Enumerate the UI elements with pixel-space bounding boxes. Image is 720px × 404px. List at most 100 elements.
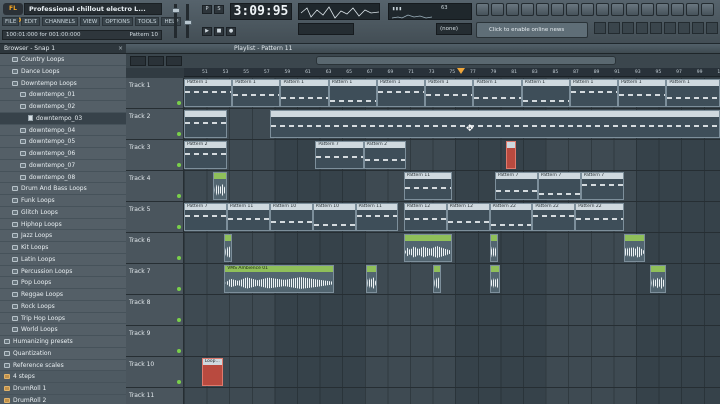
track-header[interactable]: Track 10 (126, 357, 184, 387)
pattern-clip[interactable]: Pattern 1 (280, 79, 329, 107)
pattern-clip[interactable]: Pattern 12 (446, 203, 490, 231)
track-grid[interactable]: Pattern 2 Pattern 7 Pattern 2 (184, 140, 720, 170)
toolbar-icon-button[interactable] (611, 3, 624, 16)
pattern-clip[interactable]: Pattern 1 (521, 79, 570, 107)
track-header[interactable]: Track 7 (126, 264, 184, 294)
track-header[interactable]: Track 2 (126, 109, 184, 139)
track-grid[interactable] (184, 326, 720, 356)
menu-item[interactable]: OPTIONS (102, 17, 133, 26)
track-mute-led[interactable] (177, 287, 181, 291)
pattern-selector[interactable]: (none) (436, 23, 472, 35)
master-volume-handle[interactable] (172, 8, 180, 13)
record-button[interactable]: ● (226, 27, 236, 36)
automation-clip[interactable] (505, 141, 517, 169)
draw-tool-icon[interactable] (148, 56, 164, 66)
browser-item[interactable]: Rock Loops (0, 300, 126, 313)
pattern-clip[interactable] (184, 110, 227, 138)
browser-item[interactable]: Downtempo Loops (0, 77, 126, 90)
snap-icon-button[interactable] (650, 22, 662, 34)
pattern-clip[interactable]: Pattern 1 (425, 79, 474, 107)
pattern-clip[interactable]: Pattern 12 (403, 203, 447, 231)
toolbar-icon-button[interactable] (701, 3, 714, 16)
playlist-title[interactable]: Playlist - Pattern 11 (126, 44, 720, 54)
browser-item[interactable]: Kit Loops (0, 242, 126, 254)
tempo-box[interactable] (298, 23, 354, 35)
pattern-clip[interactable]: Pattern 1 (569, 79, 619, 107)
pattern-clip[interactable]: Pattern 1 (376, 79, 426, 107)
browser-item[interactable]: Country Loops (0, 54, 126, 66)
toolbar-icon-button[interactable] (656, 3, 669, 16)
snap-icon-button[interactable] (608, 22, 620, 34)
audio-clip[interactable] (489, 265, 501, 293)
track-header[interactable]: Track 9 (126, 326, 184, 356)
track-header[interactable]: Track 8 (126, 295, 184, 325)
toolbar-icon-button[interactable] (581, 3, 594, 16)
snap-icon-button[interactable] (594, 22, 606, 34)
browser-item[interactable]: DrumRoll 1 (0, 383, 126, 395)
browser-item[interactable]: Latin Loops (0, 253, 126, 266)
song-mode-button[interactable]: S (214, 5, 224, 14)
track-grid[interactable]: Loop... (184, 357, 720, 387)
browser-item[interactable]: World Loops (0, 324, 126, 336)
audio-clip[interactable] (433, 265, 442, 293)
browser-item[interactable]: downtempo_01 (0, 89, 126, 101)
audio-clip[interactable] (224, 234, 233, 262)
pattern-mode-button[interactable]: P (202, 5, 212, 14)
track-grid[interactable] (184, 109, 720, 139)
pattern-clip[interactable]: Pattern 10 (312, 203, 356, 231)
track-mute-led[interactable] (177, 101, 181, 105)
snap-icon-button[interactable] (692, 22, 704, 34)
snap-icon-button[interactable] (622, 22, 634, 34)
pattern-clip[interactable]: Pattern 22 (575, 203, 624, 231)
browser-item[interactable]: Funk Loops (0, 195, 126, 207)
menu-item[interactable]: EDIT (21, 17, 41, 26)
track-mute-led[interactable] (177, 318, 181, 322)
browser-item[interactable]: downtempo_02 (0, 101, 126, 113)
play-button[interactable]: ▶ (202, 27, 212, 36)
track-mute-led[interactable] (177, 194, 181, 198)
browser-item[interactable]: Pop Loops (0, 277, 126, 289)
browser-item[interactable]: Percussion Loops (0, 265, 126, 278)
menu-item[interactable]: FILE (2, 17, 20, 26)
track-grid[interactable] (184, 295, 720, 325)
track-header[interactable]: Track 6 (126, 233, 184, 263)
browser-item[interactable]: Glitch Loops (0, 206, 126, 219)
browser-item[interactable]: downtempo_04 (0, 124, 126, 137)
toolbar-icon-button[interactable] (596, 3, 609, 16)
pattern-clip[interactable]: Pattern 11 (403, 172, 452, 200)
zoom-icon[interactable] (166, 56, 182, 66)
browser-item[interactable]: downtempo_05 (0, 136, 126, 148)
toolbar-icon-button[interactable] (506, 3, 519, 16)
master-pitch-handle[interactable] (184, 20, 192, 25)
track-header[interactable]: Track 5 (126, 202, 184, 232)
pattern-clip[interactable]: Pattern 7 (580, 172, 624, 200)
playhead-marker[interactable] (457, 68, 465, 74)
browser-item[interactable]: Hiphop Loops (0, 218, 126, 231)
toolbar-icon-button[interactable] (671, 3, 684, 16)
pattern-clip[interactable]: Pattern 1 (666, 79, 720, 107)
toolbar-icon-button[interactable] (551, 3, 564, 16)
pattern-clip[interactable]: Pattern 2 (363, 141, 407, 169)
track-grid[interactable]: Pattern 11 Pattern 7 Pattern 7 Pattern 7 (184, 171, 720, 201)
track-grid[interactable]: Pattern 1 Pattern 1 Pattern 1 Pattern 1 Patt… (184, 78, 720, 108)
master-sliders[interactable] (168, 2, 194, 40)
pattern-clip[interactable] (269, 110, 720, 138)
track-header[interactable]: Track 1 (126, 78, 184, 108)
track-mute-led[interactable] (177, 163, 181, 167)
track-header[interactable]: Track 11 (126, 388, 184, 404)
browser-item[interactable]: downtempo_03 (0, 112, 126, 125)
toolbar-icon-button[interactable] (566, 3, 579, 16)
pattern-clip[interactable]: Pattern 1 (184, 79, 233, 107)
track-grid[interactable]: Pattern 7 Pattern 11 Pattern 10 Pattern 10 P… (184, 202, 720, 232)
audio-clip[interactable] (623, 234, 645, 262)
track-grid[interactable] (184, 388, 720, 404)
audio-clip[interactable] (366, 265, 377, 293)
toolbar-icon-button[interactable] (641, 3, 654, 16)
track-mute-led[interactable] (177, 349, 181, 353)
pattern-clip[interactable]: Pattern 7 (494, 172, 538, 200)
stop-button[interactable]: ■ (214, 27, 224, 36)
pattern-clip[interactable]: Pattern 1 (473, 79, 522, 107)
pattern-clip[interactable]: Pattern 1 (618, 79, 667, 107)
browser-item[interactable]: downtempo_07 (0, 159, 126, 172)
pattern-clip[interactable]: Pattern 7 (537, 172, 581, 200)
